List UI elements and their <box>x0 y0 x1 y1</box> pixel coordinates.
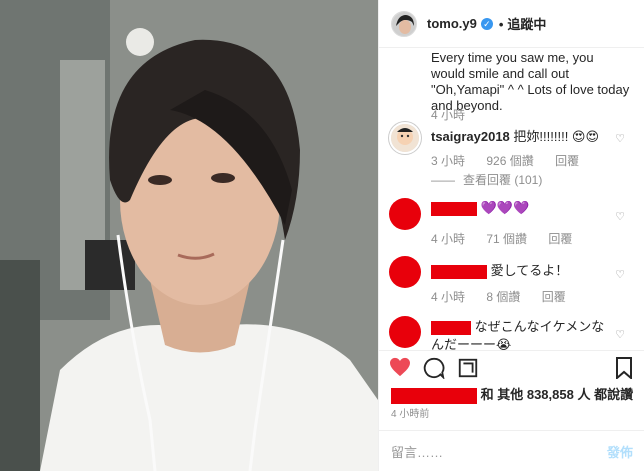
action-bar <box>379 350 644 384</box>
comment-likes[interactable]: 8 個讚 <box>486 290 520 304</box>
commenter-avatar-redacted[interactable] <box>389 198 421 230</box>
comment-text: 把妳!!!!!!!! 😍😍 <box>513 129 600 144</box>
verified-badge-icon: ✓ <box>480 17 493 30</box>
comment-meta: 4 小時 8 個讚 回覆 <box>431 288 584 305</box>
comment-input[interactable]: 留言…… <box>391 442 607 461</box>
comment-time: 4 小時 <box>431 232 466 246</box>
likes-count-text: 和 其他 838,858 人 都說讚 <box>480 387 634 402</box>
comment-like-icon[interactable]: ♡ <box>615 210 625 223</box>
post-photo[interactable] <box>0 0 378 471</box>
selfie-illustration <box>0 0 378 471</box>
comment-like-icon[interactable]: ♡ <box>615 328 625 341</box>
view-replies-link[interactable]: 查看回覆 (101) <box>463 173 542 187</box>
redacted-liker <box>391 387 477 404</box>
comment-time: 4 小時 <box>431 290 466 304</box>
commenter-avatar[interactable] <box>389 122 421 154</box>
comment-meta: 3 小時 926 個讚 回覆 <box>431 152 597 169</box>
post-side-panel: tomo.y9 ✓ • 追蹤中 Every time you saw me, yo… <box>378 0 644 471</box>
comment-icon[interactable] <box>423 357 445 384</box>
follow-status-button[interactable]: • 追蹤中 <box>499 14 547 33</box>
post-comment-button[interactable]: 發佈 <box>607 442 633 461</box>
list-item: なぜこんなイケメンなんだーーー😭 <box>431 318 611 350</box>
likes-summary[interactable]: 和 其他 838,858 人 都說讚 <box>391 384 633 404</box>
comment-likes[interactable]: 926 個讚 <box>486 154 533 168</box>
commenter-avatar-redacted[interactable] <box>389 316 421 348</box>
reply-button[interactable]: 回覆 <box>542 290 566 304</box>
follow-label: 追蹤中 <box>507 17 547 32</box>
commenter-avatar-redacted[interactable] <box>389 256 421 288</box>
list-item: tsaigray2018 把妳!!!!!!!! 😍😍 <box>431 126 611 145</box>
separator-dot: • <box>498 17 504 32</box>
comment-text: 愛してるよ！ <box>490 263 569 278</box>
share-icon[interactable] <box>457 357 479 384</box>
comment-meta: 4 小時 71 個讚 回覆 <box>431 230 590 247</box>
redacted-username <box>431 264 487 279</box>
reply-button[interactable]: 回覆 <box>548 232 572 246</box>
redacted-username <box>431 320 471 335</box>
reply-button[interactable]: 回覆 <box>555 154 579 168</box>
commenter-username[interactable]: tsaigray2018 <box>431 129 510 144</box>
list-item: 愛してるよ！ <box>431 260 568 279</box>
comment-like-icon[interactable]: ♡ <box>615 268 625 281</box>
comment-composer: 留言…… 發佈 <box>379 430 644 471</box>
author-avatar[interactable] <box>391 10 417 37</box>
view-replies-row[interactable]: —— 查看回覆 (101) <box>431 171 560 188</box>
comment-likes[interactable]: 71 個讚 <box>486 232 527 246</box>
post-timestamp: 4 小時前 <box>391 409 430 420</box>
bookmark-icon[interactable] <box>615 357 633 384</box>
caption-text: Every time you saw me, you would smile a… <box>431 50 630 113</box>
comment-like-icon[interactable]: ♡ <box>615 132 625 145</box>
caption-time: 4 小時 <box>431 108 466 122</box>
comment-text: 💜💜💜 <box>480 200 530 215</box>
author-username[interactable]: tomo.y9 <box>427 16 477 31</box>
post-viewer: tomo.y9 ✓ • 追蹤中 Every time you saw me, yo… <box>0 0 644 471</box>
list-item: 💜💜💜 <box>431 200 529 216</box>
redacted-username <box>431 201 477 216</box>
comment-time: 3 小時 <box>431 154 466 168</box>
heart-icon[interactable] <box>389 357 411 382</box>
comments-list: Every time you saw me, you would smile a… <box>379 48 644 350</box>
post-header: tomo.y9 ✓ • 追蹤中 <box>379 0 644 48</box>
